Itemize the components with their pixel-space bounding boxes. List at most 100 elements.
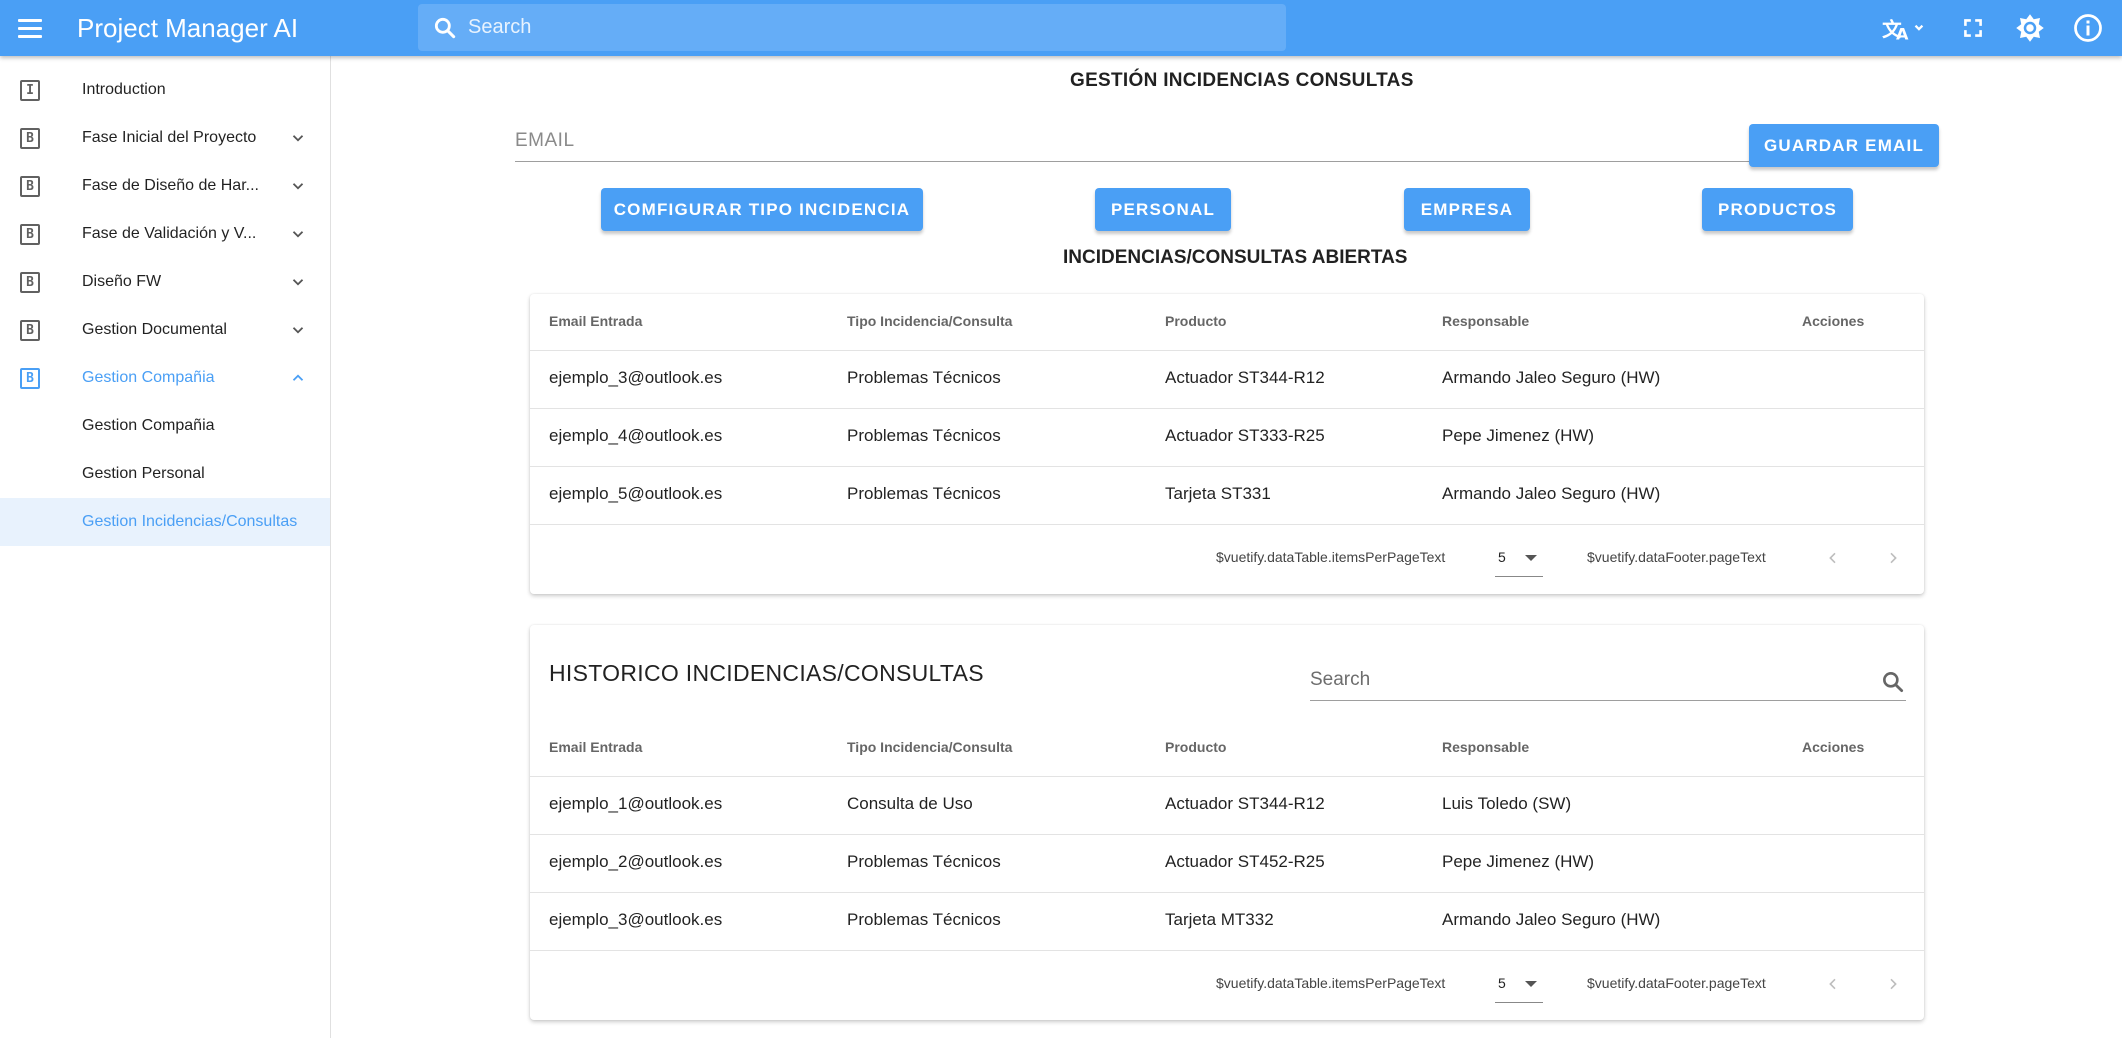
chevron-down-icon[interactable] bbox=[288, 224, 308, 244]
column-header: Acciones bbox=[1802, 739, 1865, 755]
history-title: HISTORICO INCIDENCIAS/CONSULTAS bbox=[549, 660, 984, 686]
nav-letter-icon: B bbox=[20, 127, 40, 149]
cell-type: Problemas Técnicos bbox=[847, 368, 1001, 387]
next-page-icon[interactable] bbox=[1882, 547, 1904, 569]
items-per-page-select[interactable]: 5 bbox=[1495, 967, 1543, 1003]
cell-email: ejemplo_3@outlook.es bbox=[549, 910, 723, 929]
cell-responsible: Pepe Jimenez (HW) bbox=[1442, 852, 1595, 871]
open-incidents-title: INCIDENCIAS/CONSULTAS ABIERTAS bbox=[1063, 247, 1408, 268]
next-page-icon[interactable] bbox=[1882, 973, 1904, 995]
nav-letter-icon: B bbox=[20, 223, 40, 245]
table-row[interactable]: ejemplo_5@outlook.es Problemas Técnicos … bbox=[530, 466, 1924, 524]
info-icon[interactable] bbox=[2070, 10, 2106, 46]
top-search-input[interactable] bbox=[468, 16, 1248, 39]
translate-icon[interactable]: 文A bbox=[1880, 10, 1928, 46]
cell-type: Consulta de Uso bbox=[847, 794, 973, 813]
sidebar-item-label: Gestion Documental bbox=[82, 321, 227, 338]
productos-button[interactable]: PRODUCTOS bbox=[1702, 188, 1853, 231]
history-search-input[interactable] bbox=[1310, 661, 1850, 699]
app-bar: Project Manager AI 文A bbox=[0, 0, 2122, 56]
email-input[interactable] bbox=[515, 122, 1750, 160]
sidebar-item-fase-inicial[interactable]: B Fase Inicial del Proyecto bbox=[0, 114, 330, 162]
items-per-page-label: $vuetify.dataTable.itemsPerPageText bbox=[1216, 549, 1446, 565]
sidebar-item-label: Diseño FW bbox=[82, 273, 162, 290]
cell-email: ejemplo_1@outlook.es bbox=[549, 794, 723, 813]
history-table: HISTORICO INCIDENCIAS/CONSULTAS Email En… bbox=[530, 625, 1924, 1020]
chevron-down-icon[interactable] bbox=[288, 320, 308, 340]
sidebar-subitem-gestion-compania[interactable]: Gestion Compañia bbox=[0, 402, 330, 450]
sidebar-item-label: Fase de Diseño de Har... bbox=[82, 177, 259, 194]
save-email-button[interactable]: GUARDAR EMAIL bbox=[1749, 124, 1939, 167]
dropdown-arrow-icon bbox=[1525, 555, 1537, 561]
cell-responsible: Pepe Jimenez (HW) bbox=[1442, 426, 1595, 445]
column-header[interactable]: Email Entrada bbox=[549, 313, 642, 329]
table-row[interactable]: ejemplo_2@outlook.es Problemas Técnicos … bbox=[530, 834, 1924, 892]
column-header: Acciones bbox=[1802, 313, 1865, 329]
sidebar-item-diseno-fw[interactable]: B Diseño FW bbox=[0, 258, 330, 306]
column-header[interactable]: Tipo Incidencia/Consulta bbox=[847, 313, 1012, 329]
chevron-down-icon[interactable] bbox=[288, 128, 308, 148]
nav-letter-icon: B bbox=[20, 367, 40, 389]
sidebar-subitem-label: Gestion Incidencias/Consultas bbox=[82, 513, 298, 530]
sidebar-item-label: Introduction bbox=[82, 81, 166, 98]
column-header[interactable]: Responsable bbox=[1442, 313, 1529, 329]
cell-responsible: Luis Toledo (SW) bbox=[1442, 794, 1572, 813]
empresa-button[interactable]: EMPRESA bbox=[1404, 188, 1530, 231]
column-header[interactable]: Tipo Incidencia/Consulta bbox=[847, 739, 1012, 755]
page-title: GESTIÓN INCIDENCIAS CONSULTAS bbox=[1070, 70, 1414, 91]
top-search-bar[interactable] bbox=[418, 4, 1286, 51]
prev-page-icon[interactable] bbox=[1822, 547, 1844, 569]
table-row[interactable]: ejemplo_3@outlook.es Problemas Técnicos … bbox=[530, 892, 1924, 950]
menu-icon[interactable] bbox=[14, 12, 46, 44]
cell-type: Problemas Técnicos bbox=[847, 484, 1001, 503]
sidebar-subitem-gestion-incidencias[interactable]: Gestion Incidencias/Consultas bbox=[0, 498, 330, 546]
sidebar: I Introduction B Fase Inicial del Proyec… bbox=[0, 56, 331, 1038]
fullscreen-icon[interactable] bbox=[1955, 10, 1991, 46]
cell-product: Tarjeta ST331 bbox=[1165, 484, 1271, 503]
sidebar-item-fase-diseno-hardware[interactable]: B Fase de Diseño de Har... bbox=[0, 162, 330, 210]
items-per-page-select[interactable]: 5 bbox=[1495, 541, 1543, 577]
table-row[interactable]: ejemplo_3@outlook.es Problemas Técnicos … bbox=[530, 350, 1924, 408]
table-footer: $vuetify.dataTable.itemsPerPageText 5 $v… bbox=[530, 950, 1924, 1018]
sidebar-item-introduction[interactable]: I Introduction bbox=[0, 66, 330, 114]
email-field[interactable] bbox=[515, 122, 1750, 162]
cell-responsible: Armando Jaleo Seguro (HW) bbox=[1442, 910, 1661, 929]
nav-letter-icon: B bbox=[20, 271, 40, 293]
prev-page-icon[interactable] bbox=[1822, 973, 1844, 995]
sidebar-item-gestion-compania[interactable]: B Gestion Compañia bbox=[0, 354, 330, 402]
table-footer: $vuetify.dataTable.itemsPerPageText 5 $v… bbox=[530, 524, 1924, 592]
column-header[interactable]: Responsable bbox=[1442, 739, 1529, 755]
column-header[interactable]: Producto bbox=[1165, 313, 1226, 329]
config-incident-type-button[interactable]: COMFIGURAR TIPO INCIDENCIA bbox=[601, 188, 923, 231]
items-per-page-value: 5 bbox=[1498, 549, 1506, 565]
nav-letter-icon: B bbox=[20, 175, 40, 197]
brightness-icon[interactable] bbox=[2012, 10, 2048, 46]
chevron-up-icon[interactable] bbox=[288, 368, 308, 388]
column-header[interactable]: Producto bbox=[1165, 739, 1226, 755]
svg-text:A: A bbox=[1896, 25, 1909, 43]
sidebar-subitem-label: Gestion Personal bbox=[82, 465, 205, 482]
sidebar-item-fase-validacion[interactable]: B Fase de Validación y V... bbox=[0, 210, 330, 258]
sidebar-item-label: Gestion Compañia bbox=[82, 369, 215, 386]
sidebar-item-gestion-documental[interactable]: B Gestion Documental bbox=[0, 306, 330, 354]
cell-product: Actuador ST344-R12 bbox=[1165, 794, 1325, 813]
sidebar-subitem-label: Gestion Compañia bbox=[82, 417, 215, 434]
chevron-down-icon[interactable] bbox=[288, 176, 308, 196]
nav-letter-icon: I bbox=[20, 79, 40, 101]
cell-product: Actuador ST452-R25 bbox=[1165, 852, 1325, 871]
table-row[interactable]: ejemplo_1@outlook.es Consulta de Uso Act… bbox=[530, 776, 1924, 834]
personal-button[interactable]: PERSONAL bbox=[1095, 188, 1231, 231]
history-search-field[interactable] bbox=[1310, 661, 1906, 701]
cell-email: ejemplo_3@outlook.es bbox=[549, 368, 723, 387]
cell-type: Problemas Técnicos bbox=[847, 852, 1001, 871]
cell-product: Tarjeta MT332 bbox=[1165, 910, 1274, 929]
nav-letter-icon: B bbox=[20, 319, 40, 341]
column-header[interactable]: Email Entrada bbox=[549, 739, 642, 755]
chevron-down-icon[interactable] bbox=[288, 272, 308, 292]
table-row[interactable]: ejemplo_4@outlook.es Problemas Técnicos … bbox=[530, 408, 1924, 466]
cell-product: Actuador ST333-R25 bbox=[1165, 426, 1325, 445]
sidebar-subitem-gestion-personal[interactable]: Gestion Personal bbox=[0, 450, 330, 498]
open-incidents-table: Email Entrada Tipo Incidencia/Consulta P… bbox=[530, 294, 1924, 594]
cell-email: ejemplo_5@outlook.es bbox=[549, 484, 723, 503]
cell-email: ejemplo_4@outlook.es bbox=[549, 426, 723, 445]
